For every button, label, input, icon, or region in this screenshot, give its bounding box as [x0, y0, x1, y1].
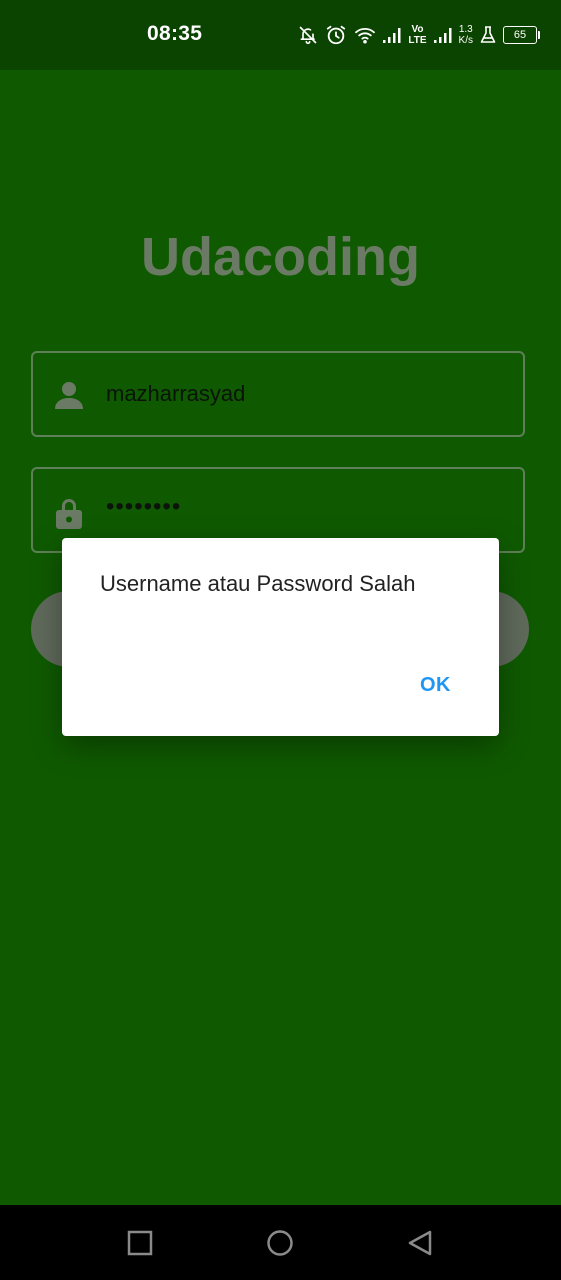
app-title: Udacoding — [141, 227, 420, 287]
password-value: •••••••• — [106, 493, 182, 520]
net-speed: 1.3 K/s — [459, 24, 473, 46]
screen: 08:35 Vo LTE 1.3 K/s 65 Udacoding mazhar… — [0, 0, 561, 1280]
person-icon — [55, 381, 83, 411]
battery-icon: 65 — [503, 26, 540, 44]
dialog-message: Username atau Password Salah — [100, 571, 416, 596]
wifi-icon — [354, 26, 376, 44]
net-speed-unit: K/s — [458, 35, 473, 46]
signal-icon — [433, 27, 452, 43]
ok-button[interactable]: OK — [420, 674, 451, 697]
volte-top-label: Vo — [411, 24, 424, 35]
username-field[interactable]: mazharrasyad — [31, 351, 525, 437]
flask-icon — [480, 26, 496, 44]
status-icons: Vo LTE 1.3 K/s 65 — [298, 18, 540, 52]
lock-icon — [55, 497, 83, 529]
username-value: mazharrasyad — [106, 381, 246, 406]
signal-icon — [383, 27, 401, 43]
back-icon[interactable] — [406, 1229, 434, 1257]
alarm-icon — [325, 24, 347, 46]
alert-dialog: Username atau Password Salah OK — [62, 538, 499, 736]
recent-apps-icon[interactable] — [126, 1229, 154, 1257]
volte-indicator: Vo LTE — [408, 24, 426, 46]
home-icon[interactable] — [266, 1229, 294, 1257]
navigation-bar — [0, 1205, 561, 1280]
volte-bottom-label: LTE — [408, 35, 427, 46]
net-speed-value: 1.3 — [458, 24, 473, 35]
status-time: 08:35 — [147, 22, 203, 45]
status-bar: 08:35 Vo LTE 1.3 K/s 65 — [0, 0, 561, 70]
notifications-off-icon — [298, 25, 318, 45]
